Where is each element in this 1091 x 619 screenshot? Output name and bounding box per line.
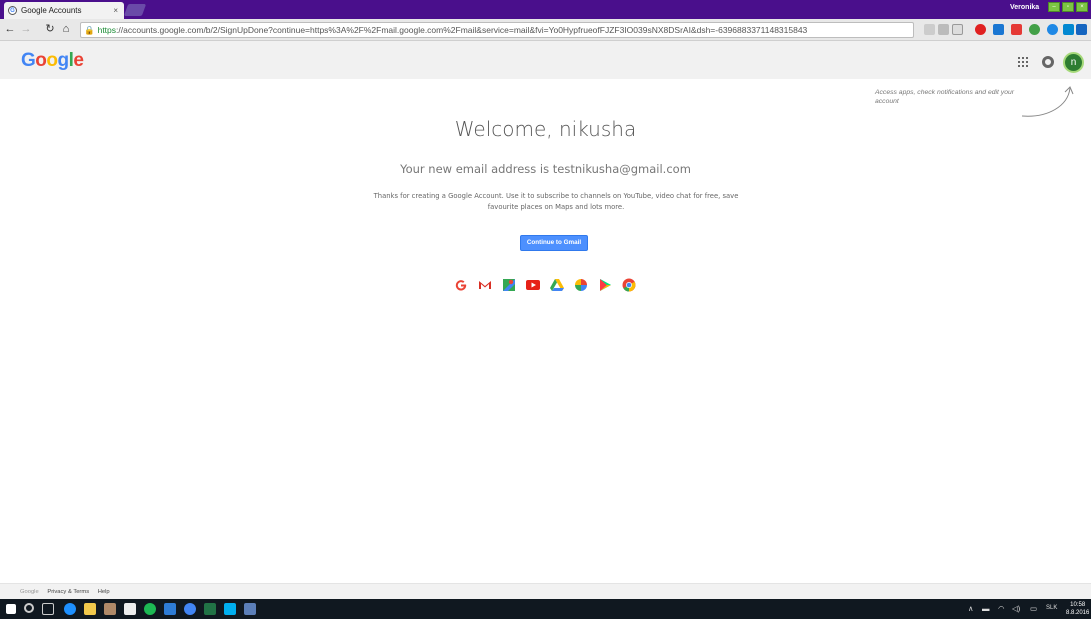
- extension-green-icon[interactable]: [1029, 24, 1040, 35]
- drive-icon[interactable]: [550, 278, 564, 292]
- close-window-button[interactable]: ×: [1076, 2, 1088, 12]
- account-hint: Access apps, check notifications and edi…: [875, 89, 1015, 105]
- taskbar-clock[interactable]: 10:58 8.8.2016: [1066, 601, 1089, 617]
- footer-google: Google: [20, 589, 39, 595]
- search-icon[interactable]: [24, 603, 34, 613]
- lock-icon: 🔒: [84, 25, 95, 35]
- google-search-icon[interactable]: [454, 278, 468, 292]
- page-footer: Google Privacy & Terms Help: [0, 583, 1091, 599]
- pinterest-icon[interactable]: [975, 24, 986, 35]
- skype-icon[interactable]: [224, 603, 236, 615]
- app-window-icon[interactable]: [244, 603, 256, 615]
- notifications-icon[interactable]: [1042, 56, 1054, 68]
- home-icon[interactable]: ⌂: [60, 23, 72, 36]
- new-email-address: Your new email address is testnikusha@gm…: [400, 162, 691, 176]
- continue-to-gmail-button[interactable]: Continue to Gmail: [520, 235, 588, 251]
- google-favicon-icon: G: [8, 6, 17, 15]
- gmail-icon[interactable]: [478, 278, 492, 292]
- windows-start-icon[interactable]: [6, 604, 16, 614]
- url-scheme: https: [97, 25, 117, 35]
- browser-tab[interactable]: G Google Accounts ×: [4, 2, 124, 19]
- window-titlebar: G Google Accounts × Veronika – ▫ ×: [0, 0, 1091, 19]
- app-blue-icon[interactable]: [164, 603, 176, 615]
- privacy-terms-link[interactable]: Privacy & Terms: [47, 589, 89, 595]
- profile-name[interactable]: Veronika: [1010, 4, 1039, 11]
- clock-date: 8.8.2016: [1066, 610, 1090, 616]
- extension-window-icon[interactable]: [1063, 24, 1074, 35]
- extension-red-icon[interactable]: [1011, 24, 1022, 35]
- google-header: Google n: [0, 41, 1091, 79]
- task-view-icon[interactable]: [42, 603, 54, 615]
- maps-icon[interactable]: [502, 278, 516, 292]
- tray-volume-icon[interactable]: ◁): [1012, 604, 1020, 613]
- extension-blue-icon[interactable]: [1047, 24, 1058, 35]
- forward-arrow-icon[interactable]: →: [20, 23, 32, 36]
- avatar[interactable]: n: [1063, 52, 1084, 73]
- address-bar[interactable]: 🔒 https://accounts.google.com/b/2/SignUpD…: [80, 22, 914, 38]
- chrome-icon[interactable]: [622, 278, 636, 292]
- help-link[interactable]: Help: [98, 589, 110, 595]
- new-tab-button[interactable]: [123, 4, 147, 16]
- tray-wifi-icon[interactable]: ◠: [998, 604, 1005, 613]
- tray-network-icon[interactable]: ▬: [982, 604, 990, 613]
- language-indicator[interactable]: SLK: [1046, 605, 1057, 611]
- curved-arrow-icon: [1021, 86, 1074, 117]
- windows-taskbar: ∧ ▬ ◠ ◁) ▭ SLK 10:58 8.8.2016: [0, 599, 1091, 619]
- play-store-icon[interactable]: [598, 278, 612, 292]
- account-description: Thanks for creating a Google Account. Us…: [373, 192, 739, 211]
- google-logo[interactable]: Google: [21, 50, 84, 72]
- reload-icon[interactable]: ↻: [44, 23, 56, 36]
- tab-close-icon[interactable]: ×: [113, 6, 118, 15]
- welcome-heading: Welcome, nikusha: [454, 117, 637, 141]
- spotify-icon[interactable]: [144, 603, 156, 615]
- translate-icon[interactable]: [938, 24, 949, 35]
- minimize-button[interactable]: –: [1048, 2, 1060, 12]
- excel-icon[interactable]: [204, 603, 216, 615]
- edge-icon[interactable]: [64, 603, 76, 615]
- apps-grid-icon[interactable]: [1018, 57, 1028, 67]
- youtube-icon[interactable]: [526, 278, 540, 292]
- extension-square-icon[interactable]: [1076, 24, 1087, 35]
- clock-time: 10:58: [1070, 602, 1086, 608]
- url-text: ://accounts.google.com/b/2/SignUpDone?co…: [116, 25, 808, 35]
- browser-toolbar: ← → ↻ ⌂ 🔒 https://accounts.google.com/b/2…: [0, 19, 1091, 41]
- back-arrow-icon[interactable]: ←: [4, 23, 16, 36]
- key-icon[interactable]: [924, 24, 935, 35]
- tray-arrow-icon[interactable]: ∧: [968, 604, 974, 613]
- google-apps-row: [454, 278, 636, 292]
- photos-icon[interactable]: [574, 278, 588, 292]
- maximize-button[interactable]: ▫: [1062, 2, 1074, 12]
- extension-d-icon[interactable]: [993, 24, 1004, 35]
- bookmark-star-icon[interactable]: [952, 24, 963, 35]
- app-icon[interactable]: [104, 603, 116, 615]
- store-icon[interactable]: [124, 603, 136, 615]
- tab-title: Google Accounts: [21, 6, 82, 15]
- tray-message-icon[interactable]: ▭: [1030, 604, 1037, 613]
- chrome-taskbar-icon[interactable]: [184, 603, 196, 615]
- file-explorer-icon[interactable]: [84, 603, 96, 615]
